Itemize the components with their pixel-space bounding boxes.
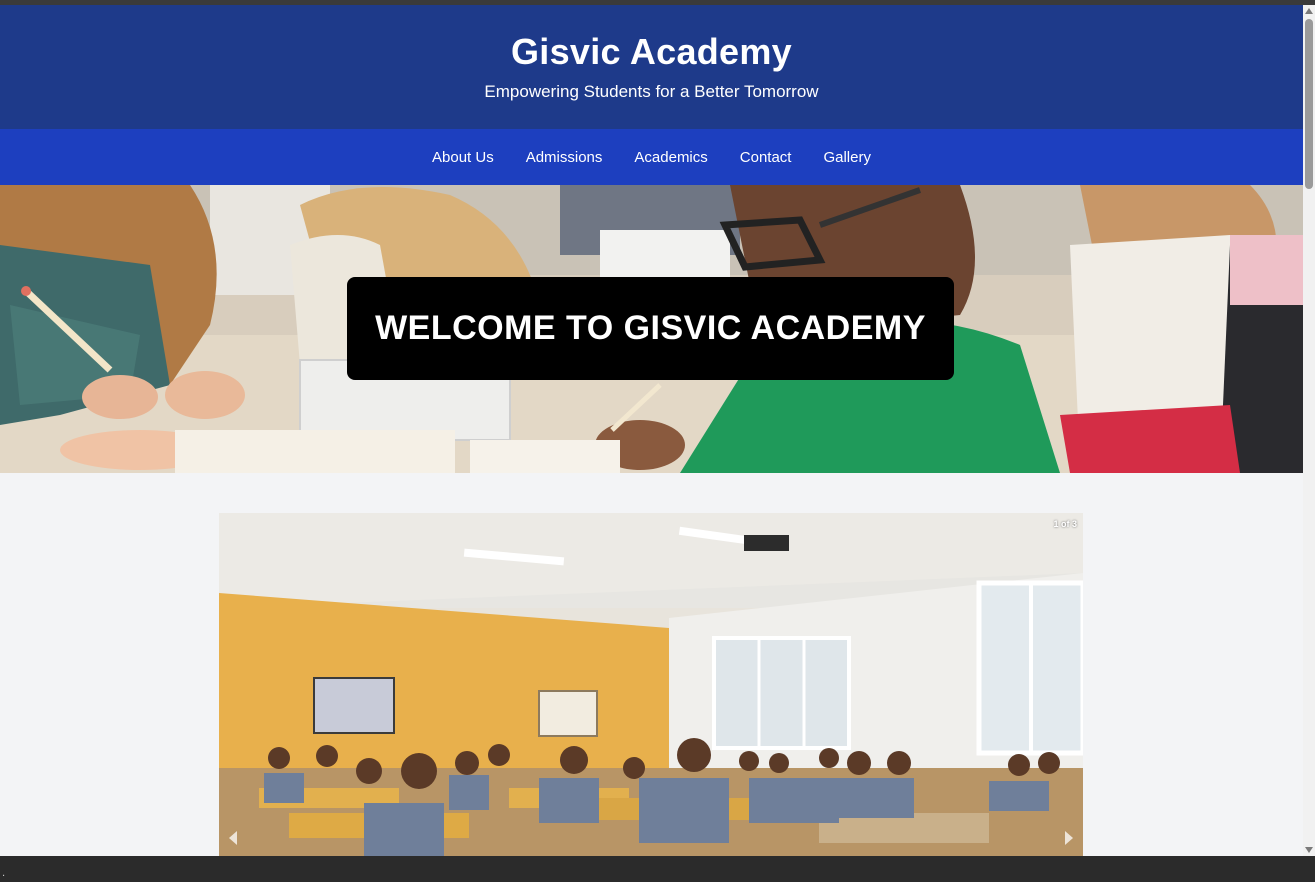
nav-link-academics[interactable]: Academics	[634, 145, 707, 170]
hero-section: WELCOME TO GISVIC ACADEMY	[0, 185, 1303, 473]
site-header: Gisvic Academy Empowering Students for a…	[0, 5, 1303, 129]
status-indicator-icon: ·	[2, 871, 6, 882]
hero-title: WELCOME TO GISVIC ACADEMY	[375, 309, 926, 347]
chevron-left-icon[interactable]	[229, 831, 237, 845]
nav-link-about-us[interactable]: About Us	[432, 145, 494, 170]
chevron-right-icon[interactable]	[1065, 831, 1073, 845]
vertical-scrollbar[interactable]	[1303, 5, 1315, 856]
scroll-down-arrow-icon[interactable]	[1305, 847, 1313, 853]
nav-link-admissions[interactable]: Admissions	[526, 145, 603, 170]
image-slideshow[interactable]: 1 of 3	[219, 513, 1083, 856]
scrollbar-thumb[interactable]	[1305, 19, 1313, 189]
window-bottom-bar: ·	[0, 856, 1315, 882]
scroll-up-arrow-icon[interactable]	[1305, 8, 1313, 14]
site-title: Gisvic Academy	[510, 31, 793, 72]
slide-counter: 1 of 3	[1053, 519, 1077, 529]
browser-viewport: Gisvic Academy Empowering Students for a…	[0, 5, 1303, 856]
nav-link-contact[interactable]: Contact	[740, 145, 792, 170]
site-tagline: Empowering Students for a Better Tomorro…	[484, 82, 819, 101]
main-nav: About Us Admissions Academics Contact Ga…	[0, 129, 1303, 185]
nav-link-gallery[interactable]: Gallery	[823, 145, 871, 170]
slide-image	[219, 513, 1083, 856]
hero-banner: WELCOME TO GISVIC ACADEMY	[347, 277, 954, 380]
